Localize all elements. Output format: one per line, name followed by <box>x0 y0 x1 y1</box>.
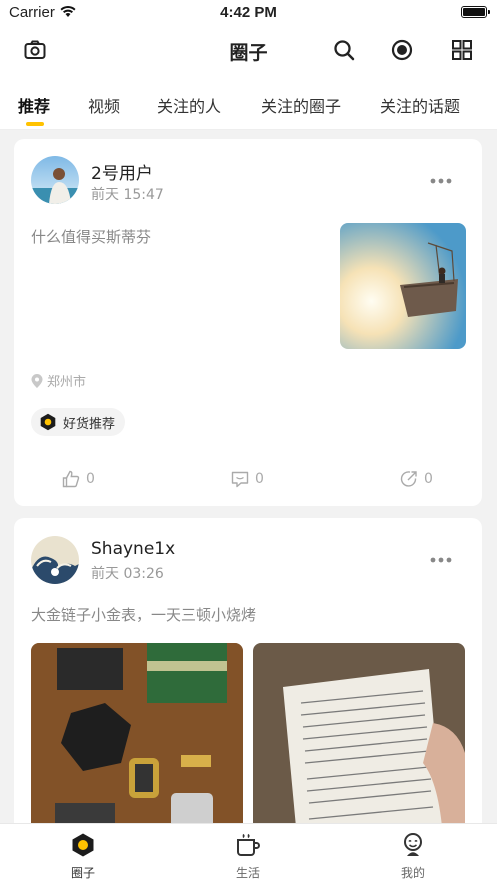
comment-button[interactable]: 0 <box>231 470 264 488</box>
search-icon[interactable] <box>333 39 355 61</box>
like-count: 0 <box>86 471 95 487</box>
like-button[interactable]: 0 <box>62 470 95 488</box>
bottom-tabbar: 圈子 生活 我的 <box>0 823 497 883</box>
tabbar-label: 圈子 <box>70 866 95 880</box>
avatar-image <box>31 156 79 204</box>
tabbar-label: 生活 <box>235 866 260 880</box>
post-time: 前天 15:47 <box>91 187 164 203</box>
more-icon[interactable] <box>430 557 452 563</box>
more-icon[interactable] <box>430 178 452 184</box>
location-label: 郑州市 <box>47 375 87 390</box>
tabbar-item-circle[interactable]: 圈子 <box>53 832 113 881</box>
category-tabs: 推荐 视频 关注的人 关注的圈子 关注的话题 <box>0 76 497 130</box>
thumbs-up-icon <box>62 470 80 488</box>
username[interactable]: Shayne1x <box>91 539 175 559</box>
active-tab-indicator <box>26 122 44 126</box>
grid-icon[interactable] <box>451 39 473 61</box>
username[interactable]: 2号用户 <box>91 159 153 184</box>
post-image[interactable] <box>31 643 243 838</box>
post-content: 什么值得买斯蒂芬 <box>31 228 152 246</box>
post-time: 前天 03:26 <box>91 566 164 582</box>
share-button[interactable]: 0 <box>400 470 433 488</box>
tab-video[interactable]: 视频 <box>88 93 120 117</box>
tab-following-topics[interactable]: 关注的话题 <box>380 93 460 117</box>
top-navbar: 圈子 <box>0 24 497 76</box>
battery-icon <box>461 6 490 18</box>
post-card[interactable]: Shayne1x 前天 03:26 大金链子小金表，一天三顿小烧烤 <box>14 518 482 838</box>
post-image[interactable] <box>340 223 466 349</box>
location-pin-icon <box>31 373 43 388</box>
avatar[interactable] <box>31 536 79 584</box>
record-icon[interactable] <box>391 39 413 61</box>
share-count: 0 <box>424 471 433 487</box>
post-content: 大金链子小金表，一天三顿小烧烤 <box>31 606 257 624</box>
tab-following-people[interactable]: 关注的人 <box>157 93 221 117</box>
topic-tag[interactable]: 好货推荐 <box>31 408 126 436</box>
tabbar-item-life[interactable]: 生活 <box>218 832 278 881</box>
profile-icon <box>404 833 422 856</box>
post-card[interactable]: 2号用户 前天 15:47 什么值得买斯蒂芬 郑州市 好货推荐 0 0 0 <box>14 139 482 506</box>
clock: 4:42 PM <box>220 4 277 21</box>
tab-recommend[interactable]: 推荐 <box>18 93 50 117</box>
post-image[interactable] <box>253 643 465 838</box>
page-title: 圈子 <box>229 42 268 64</box>
comment-count: 0 <box>255 471 264 487</box>
hexagon-tag-icon <box>40 413 56 431</box>
comment-icon <box>231 471 249 488</box>
tabbar-item-mine[interactable]: 我的 <box>383 832 443 881</box>
avatar[interactable] <box>31 156 79 204</box>
status-bar: Carrier 4:42 PM <box>0 0 497 24</box>
topic-tag-label: 好货推荐 <box>63 416 116 432</box>
tabbar-label: 我的 <box>400 866 425 880</box>
cup-icon <box>237 833 260 856</box>
tab-following-circles[interactable]: 关注的圈子 <box>261 93 341 117</box>
circle-hexagon-icon <box>72 833 94 857</box>
location: 郑州市 <box>31 371 86 390</box>
avatar-image <box>31 536 79 584</box>
share-icon <box>400 471 417 487</box>
